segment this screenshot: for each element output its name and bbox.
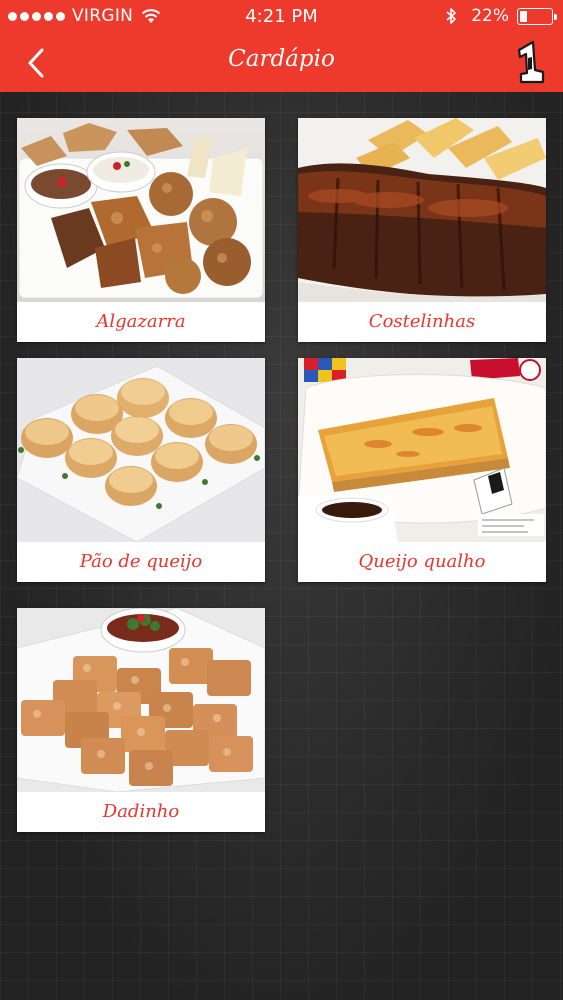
menu-item-label: Pão de queijo: [79, 551, 203, 572]
menu-item-algazarra[interactable]: Algazarra: [17, 118, 265, 342]
menu-item-pao-de-queijo[interactable]: Pão de queijo: [17, 358, 265, 582]
costelinhas-photo: [298, 118, 546, 302]
menu-item-label: Dadinho: [102, 801, 180, 822]
pao-de-queijo-photo: [17, 358, 265, 542]
menu-item-label: Queijo qualho: [358, 551, 486, 572]
menu-item-dadinho[interactable]: Dadinho: [17, 608, 265, 832]
menu-item-costelinhas[interactable]: Costelinhas: [298, 118, 546, 342]
dadinho-photo: [17, 608, 265, 792]
menu-item-label: Costelinhas: [368, 311, 476, 332]
menu-item-label: Algazarra: [96, 311, 186, 332]
queijo-qualho-photo: [298, 358, 546, 542]
algazarra-photo: [17, 118, 265, 302]
menu-grid: Algazarra Costelinhas Pão de queijo Quei…: [0, 0, 563, 1000]
menu-item-queijo-qualho[interactable]: Queijo qualho: [298, 358, 546, 582]
